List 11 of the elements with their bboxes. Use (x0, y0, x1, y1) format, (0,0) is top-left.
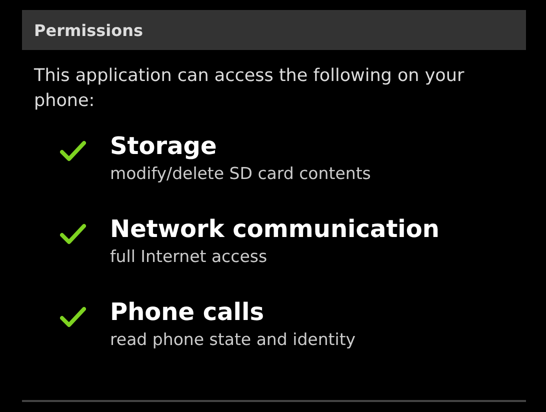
permission-title: Phone calls (110, 297, 266, 328)
permission-detail: read phone state and identity (110, 329, 356, 351)
permission-title: Network communication (110, 214, 440, 245)
permission-detail: full Internet access (110, 246, 268, 268)
intro-text: This application can access the following on your phone: (34, 65, 466, 113)
permission-detail: modify/delete SD card contents (110, 163, 371, 185)
header-title: Permissions (34, 20, 144, 40)
check-icon (60, 140, 86, 162)
permission-title: Storage (110, 131, 218, 162)
check-icon (60, 223, 86, 245)
check-icon (60, 306, 86, 328)
